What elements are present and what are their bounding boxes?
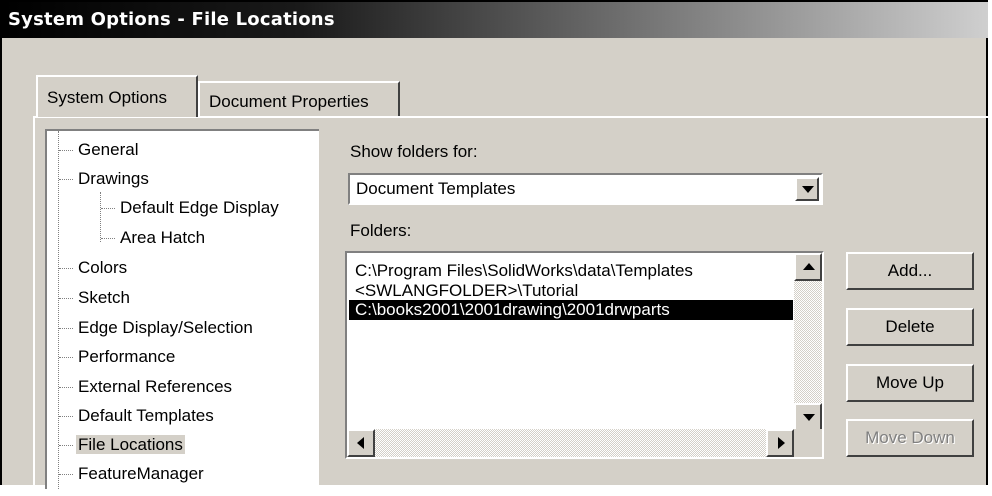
scroll-left-button[interactable] — [347, 429, 375, 457]
tab-system-options[interactable]: System Options — [36, 75, 198, 117]
tree-item-drawings[interactable]: Drawings — [59, 167, 151, 191]
tree-item-colors[interactable]: Colors — [59, 256, 129, 280]
folders-list[interactable]: C:\Program Files\SolidWorks\data\Templat… — [345, 251, 824, 459]
tree-item-label: Default Edge Display — [120, 198, 279, 217]
list-item[interactable]: <SWLANGFOLDER>\Tutorial — [355, 281, 578, 301]
arrow-left-icon — [357, 437, 364, 449]
title-bar[interactable]: System Options - File Locations — [2, 2, 988, 38]
list-item-selected[interactable]: C:\books2001\2001drawing\2001drwparts — [349, 300, 793, 320]
move-down-button[interactable]: Move Down — [846, 419, 974, 457]
scroll-right-button[interactable] — [766, 429, 794, 457]
tree-item-label: FeatureManager — [78, 464, 204, 483]
tree-item-label: Sketch — [78, 288, 130, 307]
scroll-down-button[interactable] — [794, 403, 822, 431]
tree-item-featuremanager[interactable]: FeatureManager — [59, 462, 206, 486]
move-up-button[interactable]: Move Up — [846, 364, 974, 402]
tree-item-sketch[interactable]: Sketch — [59, 286, 132, 310]
show-folders-value: Document Templates — [356, 179, 516, 198]
list-item[interactable]: C:\Program Files\SolidWorks\data\Templat… — [355, 261, 693, 281]
arrow-down-icon — [803, 414, 815, 421]
tree-item-label: File Locations — [76, 435, 185, 454]
tree-item-label: Performance — [78, 347, 176, 366]
chevron-down-icon — [802, 186, 814, 193]
tree-item-default-edge-display[interactable]: Default Edge Display — [101, 196, 281, 220]
tab-document-properties[interactable]: Document Properties — [198, 81, 400, 117]
arrow-right-icon — [778, 437, 785, 449]
arrow-up-icon — [803, 263, 815, 270]
tree-item-edge-display-selection[interactable]: Edge Display/Selection — [59, 316, 255, 340]
tree-item-label: Drawings — [78, 169, 149, 188]
vertical-scrollbar[interactable] — [794, 253, 822, 431]
options-tree[interactable]: General Drawings Default Edge Display Ar… — [45, 129, 319, 489]
folders-label: Folders: — [350, 221, 412, 240]
tree-item-label: Area Hatch — [120, 228, 206, 247]
tree-item-default-templates[interactable]: Default Templates — [59, 404, 216, 428]
dropdown-button[interactable] — [795, 177, 819, 201]
tree-item-label: External References — [78, 377, 233, 396]
show-folders-label: Show folders for: — [350, 142, 478, 161]
tree-item-file-locations[interactable]: File Locations — [59, 433, 185, 457]
tree-item-label: General — [78, 140, 139, 159]
window-title: System Options - File Locations — [8, 9, 335, 30]
delete-button[interactable]: Delete — [846, 308, 974, 346]
tree-item-performance[interactable]: Performance — [59, 345, 177, 369]
dialog-window: System Options - File Locations System O… — [0, 0, 992, 496]
show-folders-dropdown[interactable]: Document Templates — [348, 173, 823, 205]
tree-item-external-references[interactable]: External References — [59, 375, 234, 399]
scroll-up-button[interactable] — [794, 253, 822, 281]
scrollbar-corner — [794, 429, 822, 457]
tree-item-label: Colors — [78, 258, 128, 277]
tree-item-label: Edge Display/Selection — [78, 318, 253, 337]
tree-item-area-hatch[interactable]: Area Hatch — [101, 226, 207, 250]
add-button[interactable]: Add... — [846, 252, 974, 290]
tree-item-general[interactable]: General — [59, 138, 140, 162]
tree-item-label: Default Templates — [78, 406, 214, 425]
horizontal-scrollbar[interactable] — [347, 429, 794, 457]
